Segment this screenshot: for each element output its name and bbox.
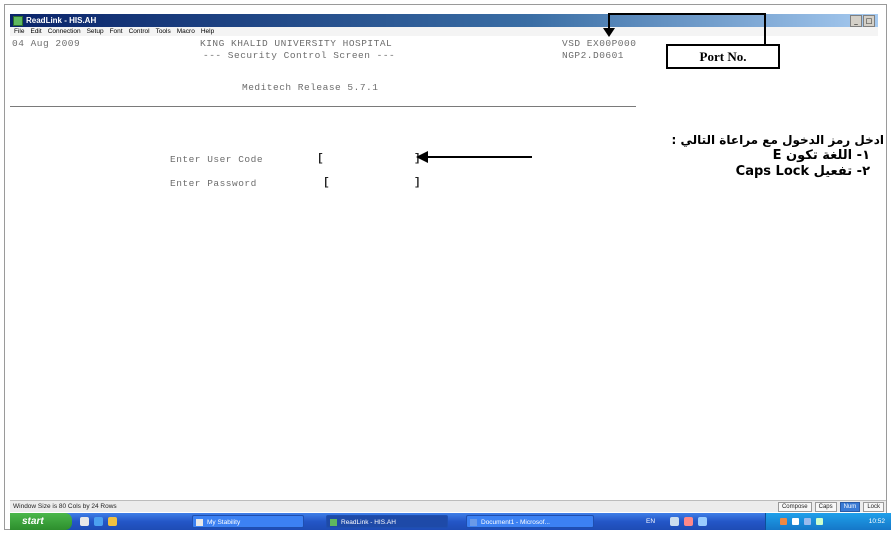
- tray-network-icon[interactable]: [684, 517, 693, 526]
- system-tray: 10:52: [765, 513, 891, 530]
- quicklaunch-folder-icon[interactable]: [108, 517, 117, 526]
- word-icon: [470, 519, 477, 526]
- tray-help-icon[interactable]: [698, 517, 707, 526]
- menu-setup[interactable]: Setup: [87, 27, 104, 36]
- input-arrow-line: [424, 156, 532, 158]
- port-line-right: [764, 13, 766, 45]
- quicklaunch-browser-icon[interactable]: [94, 517, 103, 526]
- menu-control[interactable]: Control: [129, 27, 150, 36]
- terminal-code: VSD EX00P000: [562, 38, 637, 49]
- port-callout: Port No.: [666, 44, 780, 69]
- status-compose: Compose: [777, 502, 812, 512]
- terminal-date: 04 Aug 2009: [12, 38, 81, 49]
- tray-update-icon[interactable]: [816, 518, 823, 525]
- port-line-top: [608, 13, 766, 15]
- menu-help[interactable]: Help: [201, 27, 214, 36]
- window-size-status: Window Size is 80 Cols by 24 Rows: [13, 503, 117, 510]
- menubar: File Edit Connection Setup Font Control …: [10, 27, 878, 36]
- port-code: NGP2.D0601: [562, 50, 625, 61]
- minimize-button[interactable]: _: [850, 15, 862, 27]
- screen-title: --- Security Control Screen ---: [203, 50, 396, 61]
- task-label: Document1 - Microsof...: [481, 519, 550, 526]
- menu-font[interactable]: Font: [110, 27, 123, 36]
- window-titlebar[interactable]: ReadLink - HIS.AH _ □: [10, 14, 878, 27]
- statusbar: Window Size is 80 Cols by 24 Rows Compos…: [10, 500, 886, 512]
- menu-tools[interactable]: Tools: [156, 27, 171, 36]
- task-my-stability[interactable]: My Stability: [192, 515, 304, 528]
- release-text: Meditech Release 5.7.1: [242, 82, 379, 93]
- window-title: ReadLink - HIS.AH: [26, 16, 97, 25]
- taskbar: start My Stability ReadLink - HIS.AH Doc…: [10, 513, 891, 530]
- menu-connection[interactable]: Connection: [48, 27, 81, 36]
- password-label: Enter Password: [170, 178, 257, 189]
- status-num: Num: [839, 502, 861, 512]
- user-code-label: Enter User Code: [170, 154, 264, 165]
- task-readlink[interactable]: ReadLink - HIS.AH: [326, 515, 448, 528]
- input-arrow-icon: [416, 151, 428, 163]
- terminal-icon: [330, 519, 337, 526]
- app-icon: [13, 16, 23, 26]
- task-label: My Stability: [207, 519, 241, 526]
- clock[interactable]: 10:52: [869, 513, 885, 530]
- tray-display-icon[interactable]: [804, 518, 811, 525]
- instruction-item-caps-lock: ٢- تفعيل Caps Lock: [735, 164, 870, 179]
- folder-icon: [196, 519, 203, 526]
- port-arrow-icon: [603, 28, 615, 37]
- instruction-item-language: ١- اللغة تكون E: [772, 148, 870, 163]
- start-button[interactable]: start: [10, 513, 72, 530]
- password-open-bracket: [: [323, 177, 330, 189]
- password-close-bracket: ]: [414, 177, 421, 189]
- menu-macro[interactable]: Macro: [177, 27, 195, 36]
- status-lock: Lock: [863, 502, 884, 512]
- hospital-name: KING KHALID UNIVERSITY HOSPITAL: [200, 38, 393, 49]
- terminal-screen[interactable]: 04 Aug 2009 KING KHALID UNIVERSITY HOSPI…: [10, 36, 878, 496]
- separator-line: [10, 106, 636, 107]
- menu-edit[interactable]: Edit: [30, 27, 41, 36]
- tray-security-icon[interactable]: [780, 518, 787, 525]
- instruction-heading: ادخل رمز الدخول مع مراعاة التالي :: [671, 133, 884, 147]
- tray-pen-icon[interactable]: [670, 517, 679, 526]
- task-document1[interactable]: Document1 - Microsof...: [466, 515, 594, 528]
- status-caps: Caps: [814, 502, 837, 512]
- maximize-button[interactable]: □: [863, 15, 875, 27]
- language-indicator[interactable]: EN: [646, 513, 655, 530]
- user-code-open-bracket: [: [317, 153, 324, 165]
- task-label: ReadLink - HIS.AH: [341, 519, 396, 526]
- tray-volume-icon[interactable]: [792, 518, 799, 525]
- menu-file[interactable]: File: [14, 27, 24, 36]
- quicklaunch-desktop-icon[interactable]: [80, 517, 89, 526]
- login-instructions: ادخل رمز الدخول مع مراعاة التالي : ١- ال…: [596, 132, 884, 180]
